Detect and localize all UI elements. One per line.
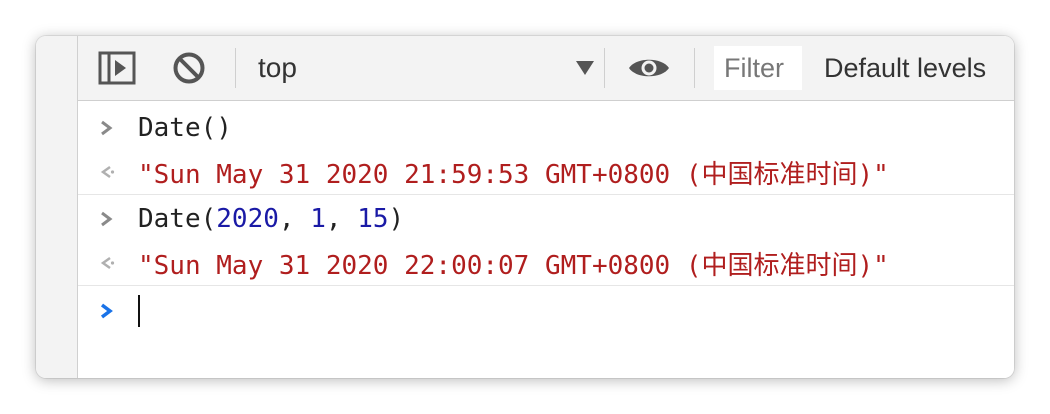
console-input-entry[interactable]: Date(): [78, 106, 1014, 150]
console-result-entry[interactable]: "Sun May 31 2020 21:59:53 GMT+0800 (中国标准…: [78, 150, 1014, 194]
close-paren: ): [388, 204, 405, 234]
console-input-text: Date(2020, 1, 15): [138, 204, 405, 234]
number-arg: 1: [310, 204, 326, 234]
toolbar-divider: [235, 48, 236, 88]
entry-divider: [78, 285, 1014, 286]
default-levels-dropdown[interactable]: Default levels: [824, 36, 986, 100]
console-input-entry[interactable]: Date(2020, 1, 15): [78, 197, 1014, 241]
clear-console-button[interactable]: [172, 36, 206, 100]
sidebar-toggle-button[interactable]: [98, 36, 136, 100]
number-arg: 15: [357, 204, 389, 234]
prompt-chevron-icon: [100, 303, 113, 319]
context-selector[interactable]: top: [258, 36, 603, 100]
result-arrow-icon: [100, 165, 115, 179]
console-result-entry[interactable]: "Sun May 31 2020 22:00:07 GMT+0800 (中国标准…: [78, 241, 1014, 285]
console-prompt-input[interactable]: [138, 295, 140, 327]
live-expression-button[interactable]: [628, 36, 670, 100]
console-result-text: "Sun May 31 2020 21:59:53 GMT+0800 (中国标准…: [138, 159, 889, 190]
sidebar-toggle-icon: [98, 51, 136, 85]
chevron-right-icon: [101, 120, 113, 136]
filter-placeholder: Filter: [724, 52, 784, 83]
filter-input[interactable]: Filter: [714, 46, 802, 90]
entry-divider: [78, 194, 1014, 195]
triangle-down-icon: [576, 61, 594, 75]
text-cursor: [138, 295, 140, 327]
function-call: Date(: [138, 204, 217, 234]
console-toolbar: top Filter Default levels: [78, 36, 1014, 101]
left-gutter: [36, 36, 78, 378]
console-prompt[interactable]: [78, 289, 1014, 333]
console-result-text: "Sun May 31 2020 22:00:07 GMT+0800 (中国标准…: [138, 250, 889, 281]
number-arg: 2020: [216, 204, 279, 234]
devtools-window: top Filter Default levels Date() "Sun Ma…: [36, 36, 1014, 378]
result-arrow-icon: [100, 256, 115, 270]
console-input-text: Date(): [138, 113, 232, 143]
eye-icon: [629, 59, 669, 77]
context-label: top: [258, 52, 297, 83]
console-messages: Date() "Sun May 31 2020 21:59:53 GMT+080…: [78, 101, 1014, 378]
levels-label: Default levels: [824, 52, 987, 83]
clear-console-icon: [173, 52, 205, 84]
chevron-right-icon: [101, 211, 113, 227]
toolbar-divider: [604, 48, 605, 88]
console-panel: top Filter Default levels Date() "Sun Ma…: [78, 36, 1014, 378]
toolbar-divider: [694, 48, 695, 88]
